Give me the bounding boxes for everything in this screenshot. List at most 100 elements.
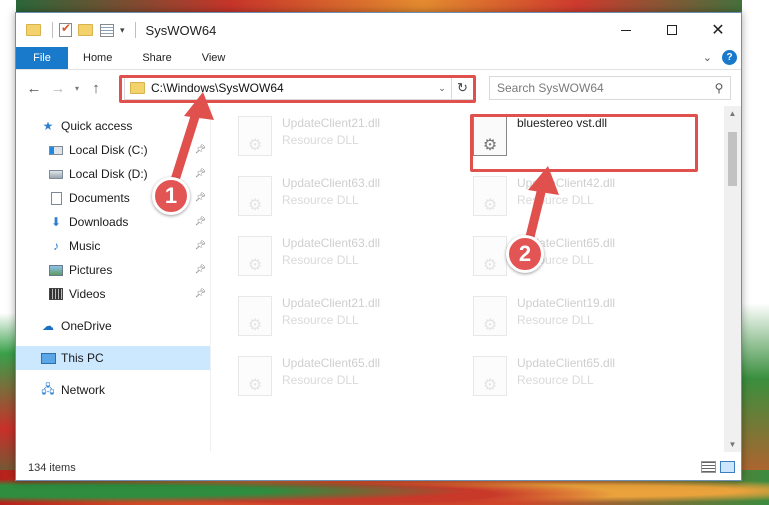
- pin-icon[interactable]: 📌︎: [195, 216, 206, 227]
- sidebar-item-label: Quick access: [61, 119, 133, 133]
- network-icon: 🖧︎: [41, 381, 55, 396]
- scroll-up-icon[interactable]: ▲: [724, 109, 741, 118]
- pin-icon[interactable]: 📌︎: [195, 192, 206, 203]
- sidebar-item-label: This PC: [61, 351, 104, 365]
- toolbar-divider: [52, 22, 53, 38]
- file-name: UpdateClient63.dll: [282, 236, 381, 250]
- sidebar-item-pictures[interactable]: Pictures 📌︎: [16, 258, 211, 282]
- recent-locations-chevron-icon[interactable]: ▾: [70, 84, 84, 93]
- maximize-button[interactable]: [649, 13, 695, 47]
- sidebar-item-this-pc[interactable]: This PC: [16, 346, 211, 370]
- dll-file-icon: ⚙: [473, 236, 507, 276]
- dll-file-icon: ⚙: [238, 356, 272, 396]
- status-bar: 134 items: [16, 456, 741, 480]
- tab-file[interactable]: File: [16, 47, 68, 69]
- sidebar-item-label: Pictures: [69, 263, 113, 277]
- desktop-background-left: [0, 0, 16, 505]
- window-title: SysWOW64: [145, 22, 217, 38]
- file-type: Resource DLL: [282, 253, 359, 267]
- file-item[interactable]: ⚙ UpdateClient21.dll Resource DLL: [238, 116, 380, 156]
- file-item[interactable]: ⚙ UpdateClient65.dll Resource DLL: [238, 356, 380, 396]
- toolbar-divider: [134, 22, 136, 38]
- step-2-badge: 2: [506, 235, 544, 273]
- documents-icon: [48, 191, 64, 205]
- file-highlight-box: [470, 114, 698, 172]
- onedrive-icon: ☁: [42, 319, 54, 333]
- drive-c-icon: [48, 143, 64, 157]
- window-controls: ✕: [603, 13, 741, 47]
- customize-toolbar-chevron-icon[interactable]: ▾: [120, 25, 125, 36]
- scrollbar-thumb[interactable]: [728, 132, 737, 186]
- this-pc-icon: [40, 351, 56, 365]
- properties-check-icon[interactable]: [59, 21, 72, 37]
- expand-ribbon-chevron-icon[interactable]: ⌄: [703, 51, 712, 64]
- navigation-pane: ★ Quick access Local Disk (C:) 📌︎ Local …: [16, 106, 211, 452]
- pictures-icon: [48, 263, 64, 277]
- sidebar-item-music[interactable]: ♪ Music 📌︎: [16, 234, 211, 258]
- search-input[interactable]: Search SysWOW64: [497, 81, 708, 95]
- properties-icon[interactable]: [100, 23, 114, 37]
- close-button[interactable]: ✕: [695, 13, 741, 47]
- desktop-background-right: [742, 0, 769, 505]
- file-type: Resource DLL: [282, 133, 359, 147]
- tab-home[interactable]: Home: [68, 47, 127, 69]
- dll-file-icon: ⚙: [238, 296, 272, 336]
- sidebar-item-label: Local Disk (D:): [69, 167, 148, 181]
- details-view-icon[interactable]: [701, 461, 716, 473]
- close-icon: ✕: [711, 22, 725, 39]
- file-item[interactable]: ⚙ UpdateClient63.dll Resource DLL: [238, 236, 380, 276]
- up-arrow-icon[interactable]: ↑: [84, 80, 108, 97]
- minimize-icon: [621, 29, 631, 31]
- sidebar-item-label: Downloads: [69, 215, 129, 229]
- sidebar-item-downloads[interactable]: ⬇ Downloads 📌︎: [16, 210, 211, 234]
- sidebar-item-onedrive[interactable]: ☁ OneDrive: [16, 314, 211, 338]
- tab-share[interactable]: Share: [127, 47, 186, 69]
- maximize-icon: [667, 25, 677, 35]
- search-box[interactable]: Search SysWOW64 ⚲: [489, 76, 731, 100]
- sidebar-item-network[interactable]: 🖧︎ Network: [16, 378, 211, 402]
- item-count: 134 items: [28, 462, 76, 474]
- forward-arrow-icon[interactable]: →: [46, 80, 70, 97]
- music-icon: ♪: [53, 239, 59, 253]
- title-bar: ▾ SysWOW64 ✕: [16, 13, 741, 47]
- dll-file-icon: ⚙: [473, 176, 507, 216]
- downloads-icon: ⬇: [50, 215, 62, 229]
- sidebar-item-label: Music: [69, 239, 101, 253]
- file-type: Resource DLL: [517, 313, 594, 327]
- pin-icon[interactable]: 📌︎: [195, 144, 206, 155]
- step-1-badge: 1: [152, 177, 190, 215]
- file-item[interactable]: ⚙ UpdateClient21.dll Resource DLL: [238, 296, 380, 336]
- dll-file-icon: ⚙: [473, 356, 507, 396]
- pin-icon[interactable]: 📌︎: [195, 288, 206, 299]
- file-name: UpdateClient65.dll: [517, 356, 616, 370]
- sidebar-item-quick-access[interactable]: ★ Quick access: [16, 114, 211, 138]
- file-item[interactable]: ⚙ UpdateClient65.dll Resource DLL: [473, 356, 615, 396]
- large-icons-view-icon[interactable]: [720, 461, 735, 473]
- search-icon[interactable]: ⚲: [708, 81, 730, 95]
- file-name: UpdateClient63.dll: [282, 176, 381, 190]
- file-type: Resource DLL: [282, 193, 359, 207]
- sidebar-item-label: Network: [61, 383, 106, 397]
- pin-icon[interactable]: 📌︎: [195, 264, 206, 275]
- vertical-scrollbar[interactable]: ▲ ▼: [724, 106, 741, 452]
- file-type: Resource DLL: [282, 373, 359, 387]
- pin-icon[interactable]: 📌︎: [195, 168, 206, 179]
- file-type: Resource DLL: [282, 313, 359, 327]
- address-bar-highlight-box: [119, 75, 476, 103]
- help-icon[interactable]: ?: [722, 50, 737, 65]
- scroll-down-icon[interactable]: ▼: [724, 440, 741, 449]
- new-folder-icon[interactable]: [78, 22, 94, 38]
- back-arrow-icon[interactable]: ←: [22, 80, 46, 97]
- sidebar-item-videos[interactable]: Videos 📌︎: [16, 282, 211, 306]
- file-name: UpdateClient65.dll: [282, 356, 381, 370]
- file-item[interactable]: ⚙ UpdateClient65.dll Resource DLL: [473, 236, 615, 276]
- file-item[interactable]: ⚙ UpdateClient19.dll Resource DLL: [473, 296, 615, 336]
- file-name: UpdateClient21.dll: [282, 116, 381, 130]
- file-item[interactable]: ⚙ UpdateClient63.dll Resource DLL: [238, 176, 380, 216]
- drive-icon: [48, 167, 64, 181]
- file-item[interactable]: ⚙ UpdateClient42.dll Resource DLL: [473, 176, 615, 216]
- minimize-button[interactable]: [603, 13, 649, 47]
- tab-view[interactable]: View: [187, 47, 241, 69]
- pin-icon[interactable]: 📌︎: [195, 240, 206, 251]
- sidebar-item-local-disk-c[interactable]: Local Disk (C:) 📌︎: [16, 138, 211, 162]
